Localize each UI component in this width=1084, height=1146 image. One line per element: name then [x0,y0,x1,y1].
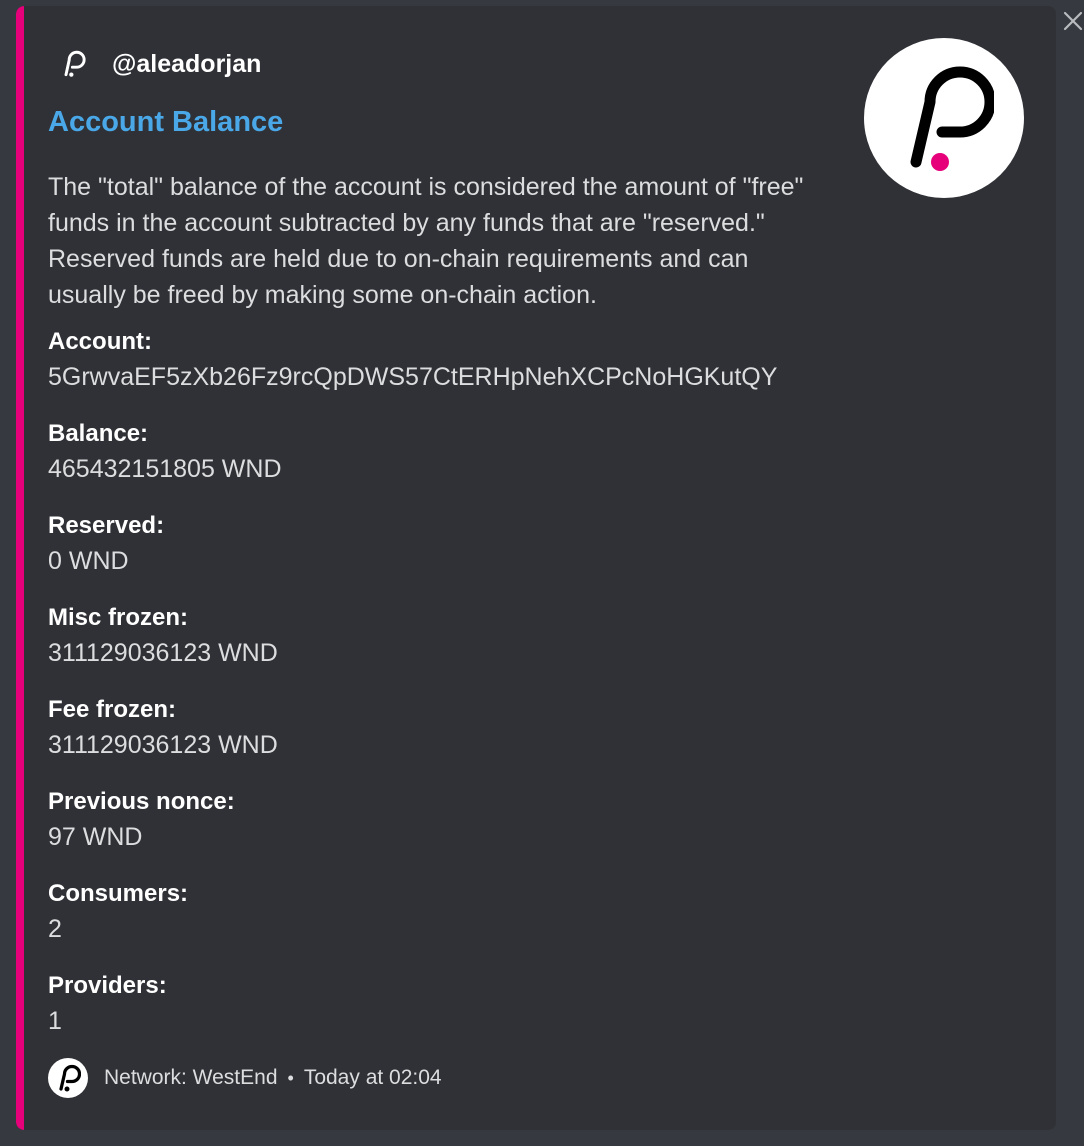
embed-author-name[interactable]: @aleadorjan [112,50,261,79]
field-value: 97 WND [48,823,143,851]
field-fee-frozen: Fee frozen: 311129036123 WND [48,694,848,786]
close-icon[interactable] [1062,10,1084,32]
field-account: Account: 5GrwvaEF5zXb26Fz9rcQpDWS57CtERH… [48,326,848,418]
footer-separator: • [287,1067,294,1088]
field-value: 311129036123 WND [48,639,278,667]
embed-fields: Account: 5GrwvaEF5zXb26Fz9rcQpDWS57CtERH… [48,326,848,1062]
field-value: 2 [48,915,62,943]
field-value: 1 [48,1007,62,1035]
field-name: Account: [48,328,152,355]
field-name: Providers: [48,972,167,999]
field-name: Previous nonce: [48,788,235,815]
embed-description: The "total" balance of the account is co… [48,173,804,309]
field-name: Misc frozen: [48,604,189,631]
field-name: Reserved: [48,512,165,539]
polkadot-logo-icon [58,48,90,80]
account-balance-embed: @aleadorjan Account Balance The "total" … [16,6,1056,1130]
polkadot-logo-icon [48,1058,88,1098]
embed-footer: Network: WestEnd • Today at 02:04 [48,1058,442,1098]
field-consumers: Consumers: 2 [48,878,848,970]
field-balance: Balance: 465432151805 WND [48,418,848,510]
embed-thumbnail[interactable] [864,38,1024,198]
field-name: Fee frozen: [48,696,177,723]
field-name: Balance: [48,420,149,447]
field-misc-frozen: Misc frozen: 311129036123 WND [48,602,848,694]
field-previous-nonce: Previous nonce: 97 WND [48,786,848,878]
field-value: 465432151805 WND [48,455,282,483]
field-providers: Providers: 1 [48,970,848,1062]
field-value: 5GrwvaEF5zXb26Fz9rcQpDWS57CtERHpNehXCPcN… [48,363,778,391]
field-name: Consumers: [48,880,189,907]
polkadot-logo-icon [910,66,994,171]
embed-author: @aleadorjan [58,46,261,82]
footer-timestamp: Today at 02:04 [303,1066,442,1089]
field-value: 0 WND [48,547,129,575]
embed-title[interactable]: Account Balance [48,106,283,139]
embed-accent-bar [16,6,24,1130]
footer-network-text: Network: WestEnd [104,1066,278,1089]
field-value: 311129036123 WND [48,731,278,759]
field-reserved: Reserved: 0 WND [48,510,848,602]
